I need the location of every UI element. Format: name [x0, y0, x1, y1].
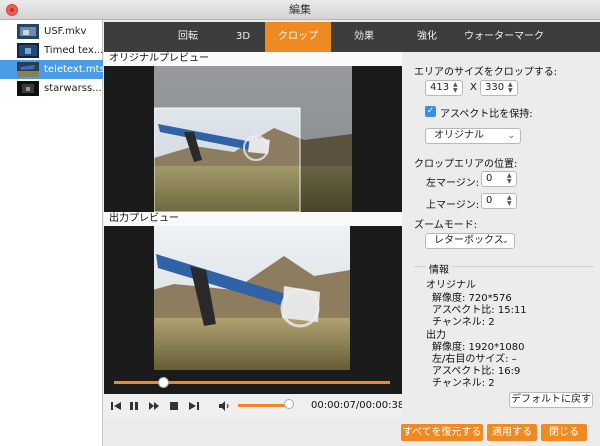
file-name: starwarss...: [44, 83, 102, 94]
progress-bar[interactable]: [114, 381, 390, 384]
output-channels: チャンネル: 2: [432, 378, 495, 389]
crop-width-value: 413: [430, 82, 450, 93]
output-preview-label: 出力プレビュー: [104, 212, 402, 226]
edit-window: 編集 USF.mkv Timed tex... teletext.mts sta…: [0, 0, 600, 446]
volume-icon[interactable]: [218, 400, 230, 412]
time-display: 00:00:07/00:00:38: [311, 400, 405, 411]
crop-position-label: クロップエリアの位置:: [414, 159, 518, 170]
skip-forward-icon[interactable]: [188, 400, 200, 412]
top-margin-field[interactable]: 0 ▲ ▼: [481, 193, 517, 209]
crop-size-label: エリアのサイズをクロップする:: [414, 67, 558, 78]
original-preview: [104, 66, 402, 212]
stepper-icon[interactable]: ▲ ▼: [453, 82, 460, 94]
keep-aspect-label: アスペクト比を保持:: [440, 109, 533, 120]
stop-icon[interactable]: [168, 400, 180, 412]
crop-height-field[interactable]: 330 ▲ ▼: [480, 80, 518, 96]
crop-width-field[interactable]: 413 ▲ ▼: [425, 80, 463, 96]
video-thumbnail-icon: [17, 81, 39, 96]
file-item[interactable]: starwarss...: [0, 79, 103, 98]
tab-bar: 回転 3D クロップ 効果 強化 ウォーターマーク: [104, 22, 600, 52]
file-item[interactable]: USF.mkv: [0, 22, 103, 41]
top-margin-label: 上マージン:: [426, 200, 480, 211]
restore-all-button[interactable]: すべてを復元する: [401, 424, 483, 441]
left-margin-label: 左マージン:: [426, 178, 480, 189]
close-button[interactable]: 閉じる: [541, 424, 587, 441]
volume-slider[interactable]: [238, 404, 288, 407]
reset-default-button[interactable]: デフォルトに戻す: [509, 392, 593, 408]
close-window-button[interactable]: [6, 4, 18, 16]
video-thumbnail-icon: [17, 24, 39, 39]
skip-back-icon[interactable]: [110, 400, 122, 412]
video-thumbnail-icon: [17, 62, 39, 77]
tab-3d[interactable]: 3D: [217, 22, 269, 52]
fast-forward-icon[interactable]: [148, 400, 160, 412]
video-thumbnail-icon: [17, 43, 39, 58]
output-preview: [104, 226, 402, 394]
size-separator: X: [470, 82, 477, 93]
file-list: USF.mkv Timed tex... teletext.mts starwa…: [0, 20, 103, 446]
tab-effects[interactable]: 効果: [338, 22, 390, 52]
tab-crop[interactable]: クロップ: [265, 22, 331, 52]
apply-button[interactable]: 適用する: [487, 424, 537, 441]
file-name: USF.mkv: [44, 26, 87, 37]
volume-handle[interactable]: [284, 399, 294, 409]
title-bar: 編集: [0, 0, 600, 20]
top-margin-value: 0: [486, 195, 493, 206]
tab-rotate[interactable]: 回転: [162, 22, 214, 52]
tab-enhance[interactable]: 強化: [401, 22, 453, 52]
aspect-ratio-value: オリジナル: [434, 130, 484, 141]
stepper-icon[interactable]: ▲ ▼: [508, 82, 515, 94]
original-video-frame: [154, 66, 352, 212]
progress-handle[interactable]: [158, 377, 169, 388]
file-item[interactable]: Timed tex...: [0, 41, 103, 60]
aspect-ratio-select[interactable]: オリジナル ⌄: [425, 128, 521, 144]
stepper-icon[interactable]: ▲ ▼: [507, 173, 514, 185]
left-margin-field[interactable]: 0 ▲ ▼: [481, 171, 517, 187]
file-item-selected[interactable]: teletext.mts: [0, 60, 103, 79]
zoom-mode-value: レターボックス: [434, 235, 504, 246]
tab-watermark[interactable]: ウォーターマーク: [456, 22, 552, 52]
window-title: 編集: [289, 3, 311, 16]
chevron-down-icon: ⌄: [501, 236, 509, 246]
original-preview-label: オリジナルプレビュー: [104, 52, 402, 66]
left-margin-value: 0: [486, 173, 493, 184]
file-name: Timed tex...: [44, 45, 103, 56]
output-video-frame: [124, 226, 350, 370]
pause-icon[interactable]: [128, 400, 140, 412]
chevron-down-icon: ⌄: [507, 131, 515, 141]
zoom-mode-label: ズームモード:: [414, 220, 478, 231]
zoom-mode-select[interactable]: レターボックス ⌄: [425, 233, 515, 249]
info-title: 情報: [426, 261, 452, 276]
crop-height-value: 330: [485, 82, 505, 93]
file-name: teletext.mts: [44, 64, 103, 75]
keep-aspect-checkbox[interactable]: ✓: [425, 106, 436, 117]
stepper-icon[interactable]: ▲ ▼: [507, 195, 514, 207]
